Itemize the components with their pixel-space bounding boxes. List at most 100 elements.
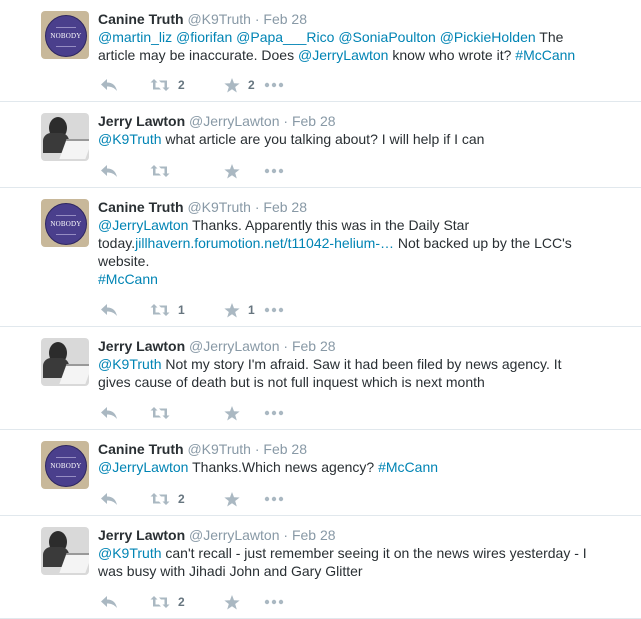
author-username[interactable]: @JerryLawton	[185, 527, 279, 543]
author-username[interactable]: @K9Truth	[184, 11, 251, 27]
retweet-button[interactable]: 2	[150, 490, 185, 508]
reply-button[interactable]	[100, 490, 118, 508]
favorite-button[interactable]: 2	[224, 76, 255, 94]
retweet-button[interactable]: 2	[150, 593, 185, 611]
reply-icon	[100, 164, 118, 178]
tweet-text: @JerryLawton Thanks. Apparently this was…	[98, 216, 598, 288]
retweet-icon	[150, 78, 170, 92]
mention-link[interactable]: @JerryLawton	[298, 47, 388, 63]
retweet-count: 2	[178, 78, 185, 92]
reply-icon	[100, 78, 118, 92]
favorite-count: 1	[248, 303, 255, 317]
mention-link[interactable]: @K9Truth	[98, 545, 162, 561]
tweet[interactable]: NOBODY Canine Truth @K9Truth · Feb 28 @Jer…	[0, 188, 641, 327]
favorite-button[interactable]	[224, 162, 240, 180]
author-fullname[interactable]: Jerry Lawton	[98, 113, 185, 129]
favorite-button[interactable]: 1	[224, 301, 255, 319]
more-button[interactable]	[264, 490, 284, 508]
more-button[interactable]	[264, 301, 284, 319]
tweet-timestamp[interactable]: Feb 28	[292, 338, 336, 354]
retweet-button[interactable]	[150, 162, 170, 180]
retweet-button[interactable]	[150, 404, 170, 422]
more-button[interactable]	[264, 162, 284, 180]
hashtag-link[interactable]: #McCann	[515, 47, 575, 63]
retweet-icon	[150, 492, 170, 506]
author-username[interactable]: @K9Truth	[184, 199, 251, 215]
favorite-icon	[224, 594, 240, 610]
hashtag-link[interactable]: #McCann	[378, 459, 438, 475]
mention-link[interactable]: @JerryLawton	[98, 217, 188, 233]
avatar[interactable]	[41, 113, 89, 161]
favorite-button[interactable]	[224, 490, 240, 508]
tweet-text-segment: what article are you talking about? I wi…	[161, 131, 485, 147]
mention-link[interactable]: @K9Truth	[98, 131, 162, 147]
hashtag-link[interactable]: #McCann	[98, 271, 158, 287]
author-fullname[interactable]: Jerry Lawton	[98, 527, 185, 543]
reply-button[interactable]	[100, 162, 118, 180]
avatar[interactable]	[41, 338, 89, 386]
tweet-timestamp[interactable]: Feb 28	[292, 527, 336, 543]
mention-link[interactable]: @Papa___Rico	[236, 29, 334, 45]
more-button[interactable]	[264, 593, 284, 611]
favorite-icon	[224, 491, 240, 507]
more-button[interactable]	[264, 76, 284, 94]
tweet-header: Canine Truth @K9Truth · Feb 28	[98, 10, 307, 28]
mention-link[interactable]: @fiorifan	[176, 29, 232, 45]
reply-icon	[100, 595, 118, 609]
author-fullname[interactable]: Canine Truth	[98, 441, 184, 457]
tweet[interactable]: Jerry Lawton @JerryLawton · Feb 28 @K9Tru…	[0, 327, 641, 430]
reply-button[interactable]	[100, 593, 118, 611]
reply-icon	[100, 303, 118, 317]
tweet[interactable]: NOBODY Canine Truth @K9Truth · Feb 28 @Jer…	[0, 430, 641, 516]
more-icon	[264, 496, 284, 502]
tweet-header: Jerry Lawton @JerryLawton · Feb 28	[98, 337, 336, 355]
favorite-icon	[224, 77, 240, 93]
url-link[interactable]: jillhavern.forumotion.net/t11042-helium-…	[135, 235, 394, 251]
author-username[interactable]: @K9Truth	[184, 441, 251, 457]
favorite-icon	[224, 405, 240, 421]
avatar-text: NOBODY	[50, 462, 82, 470]
retweet-button[interactable]: 1	[150, 301, 185, 319]
more-icon	[264, 168, 284, 174]
mention-link[interactable]: @JerryLawton	[98, 459, 188, 475]
author-fullname[interactable]: Canine Truth	[98, 199, 184, 215]
reply-icon	[100, 492, 118, 506]
tweet-timestamp[interactable]: Feb 28	[263, 441, 307, 457]
tweet[interactable]: Jerry Lawton @JerryLawton · Feb 28 @K9Tru…	[0, 516, 641, 619]
mention-link[interactable]: @PickieHolden	[440, 29, 536, 45]
tweet-timestamp[interactable]: Feb 28	[263, 11, 307, 27]
mention-link[interactable]: @SoniaPoulton	[338, 29, 436, 45]
favorite-button[interactable]	[224, 593, 240, 611]
tweet-text-segment: Not my story I'm afraid. Saw it had been…	[98, 356, 562, 390]
author-username[interactable]: @JerryLawton	[185, 113, 279, 129]
tweet-timestamp[interactable]: Feb 28	[292, 113, 336, 129]
reply-button[interactable]	[100, 404, 118, 422]
favorite-icon	[224, 302, 240, 318]
avatar[interactable]: NOBODY	[41, 11, 89, 59]
avatar[interactable]: NOBODY	[41, 441, 89, 489]
avatar[interactable]: NOBODY	[41, 199, 89, 247]
author-fullname[interactable]: Jerry Lawton	[98, 338, 185, 354]
separator-dot: ·	[279, 113, 292, 129]
avatar-text: NOBODY	[50, 32, 82, 40]
mention-link[interactable]: @martin_liz	[98, 29, 172, 45]
retweet-button[interactable]: 2	[150, 76, 185, 94]
tweet[interactable]: Jerry Lawton @JerryLawton · Feb 28 @K9Tru…	[0, 102, 641, 188]
favorite-button[interactable]	[224, 404, 240, 422]
reply-button[interactable]	[100, 301, 118, 319]
mention-link[interactable]: @K9Truth	[98, 356, 162, 372]
avatar-logo: NOBODY	[45, 203, 87, 245]
reply-icon	[100, 406, 118, 420]
more-button[interactable]	[264, 404, 284, 422]
retweet-icon	[150, 164, 170, 178]
author-username[interactable]: @JerryLawton	[185, 338, 279, 354]
tweet[interactable]: NOBODY Canine Truth @K9Truth · Feb 28 @mar…	[0, 0, 641, 102]
retweet-icon	[150, 406, 170, 420]
avatar[interactable]	[41, 527, 89, 575]
tweet-header: Jerry Lawton @JerryLawton · Feb 28	[98, 112, 336, 130]
reply-button[interactable]	[100, 76, 118, 94]
author-fullname[interactable]: Canine Truth	[98, 11, 184, 27]
more-icon	[264, 82, 284, 88]
retweet-icon	[150, 303, 170, 317]
tweet-timestamp[interactable]: Feb 28	[263, 199, 307, 215]
